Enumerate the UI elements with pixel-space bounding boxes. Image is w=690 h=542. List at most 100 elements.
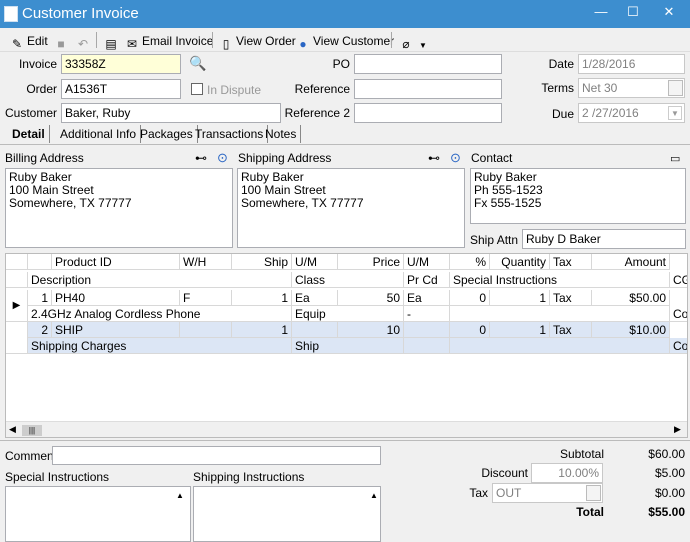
cg-cell[interactable]: Co xyxy=(670,306,687,322)
ship-attn-field[interactable]: Ruby D Baker xyxy=(522,229,686,249)
search-icon[interactable]: 🔍 xyxy=(189,55,206,71)
class-cell[interactable]: Ship xyxy=(292,338,404,354)
col-class[interactable]: Class xyxy=(292,272,404,288)
pr-cd-cell[interactable] xyxy=(404,338,450,354)
scroll-up-icon[interactable]: ▲ xyxy=(370,491,378,500)
contact-box[interactable]: Ruby Baker Ph 555-1523 Fx 555-1525 xyxy=(470,168,686,224)
special-instructions-cell[interactable] xyxy=(450,338,670,354)
shipping-address-box[interactable]: Ruby Baker 100 Main Street Somewhere, TX… xyxy=(237,168,465,248)
tax-cell[interactable]: Tax xyxy=(550,290,592,306)
product-id-cell[interactable]: PH40 xyxy=(52,290,180,306)
col-um2[interactable]: U/M xyxy=(404,254,450,270)
customer-field[interactable]: Baker, Ruby xyxy=(61,103,281,123)
col-um[interactable]: U/M xyxy=(292,254,338,270)
col-cg[interactable]: CG xyxy=(670,272,687,288)
tax-cell[interactable]: Tax xyxy=(550,322,592,338)
wh-cell[interactable]: F xyxy=(180,290,232,306)
in-dispute-checkbox[interactable] xyxy=(191,83,203,95)
edit-button[interactable]: ✎ Edit xyxy=(10,32,48,51)
col-special-instructions[interactable]: Special Instructions xyxy=(450,272,670,288)
discount-label: Discount xyxy=(481,466,528,480)
discount-percent-field[interactable]: 10.00% xyxy=(531,463,603,483)
ship-cell[interactable]: 1 xyxy=(232,290,292,306)
card-icon[interactable]: ▭ xyxy=(670,152,680,165)
col-description[interactable]: Description xyxy=(28,272,292,288)
description-cell[interactable]: Shipping Charges xyxy=(28,338,292,354)
um2-cell[interactable]: Ea xyxy=(404,290,450,306)
price-cell[interactable]: 50 xyxy=(338,290,404,306)
scroll-right-icon[interactable]: ▶ xyxy=(674,424,681,435)
col-wh[interactable]: W/H xyxy=(180,254,232,270)
col-price[interactable]: Price xyxy=(338,254,404,270)
cg-cell[interactable]: Co xyxy=(670,338,687,354)
description-cell[interactable]: 2.4GHz Analog Cordless Phone xyxy=(28,306,292,322)
quantity-cell[interactable]: 1 xyxy=(490,290,550,306)
um-cell[interactable]: Ea xyxy=(292,290,338,306)
save-button[interactable]: ■ xyxy=(54,32,71,51)
comment-field[interactable] xyxy=(52,446,381,465)
col-amount[interactable]: Amount xyxy=(592,254,670,270)
billing-address-label: Billing Address xyxy=(5,151,84,165)
horizontal-scrollbar[interactable]: ◀ ||| ▶ xyxy=(6,421,687,437)
billing-address-box[interactable]: Ruby Baker 100 Main Street Somewhere, TX… xyxy=(5,168,233,248)
quantity-cell[interactable]: 1 xyxy=(490,322,550,338)
wh-cell[interactable] xyxy=(180,322,232,338)
current-row-indicator-icon[interactable]: ▶ xyxy=(6,290,28,322)
view-customer-button[interactable]: ● View Customer xyxy=(296,32,394,51)
amount-cell[interactable]: $10.00 xyxy=(592,322,670,338)
col-percent[interactable]: % xyxy=(450,254,490,270)
class-cell[interactable]: Equip xyxy=(292,306,404,322)
percent-cell[interactable]: 0 xyxy=(450,290,490,306)
col-quantity[interactable]: Quantity xyxy=(490,254,550,270)
order-field[interactable]: A1536T xyxy=(61,79,181,99)
product-id-cell[interactable]: SHIP xyxy=(52,322,180,338)
reference-field[interactable] xyxy=(354,79,502,99)
map-pin-icon[interactable]: ⊙ xyxy=(450,150,461,166)
special-instructions-textarea[interactable] xyxy=(5,486,191,542)
row-header[interactable] xyxy=(6,322,28,354)
scroll-thumb[interactable]: ||| xyxy=(22,425,42,436)
um-cell[interactable] xyxy=(292,322,338,338)
binoculars-icon[interactable]: ⊷ xyxy=(428,151,440,165)
undo-button[interactable]: ↶ xyxy=(76,32,93,51)
scroll-up-icon[interactable]: ▲ xyxy=(176,491,184,500)
tab-notes[interactable]: Notes xyxy=(261,125,302,143)
map-pin-icon[interactable]: ⊙ xyxy=(217,150,228,166)
pr-cd-cell[interactable]: - xyxy=(404,306,450,322)
invoice-field[interactable]: 33358Z xyxy=(61,54,181,74)
contact-label: Contact xyxy=(471,151,513,165)
tab-detail[interactable]: Detail xyxy=(8,125,50,143)
reference2-field[interactable] xyxy=(354,103,502,123)
tax-label: Tax xyxy=(469,486,488,500)
chevron-down-icon[interactable]: ▼ xyxy=(668,106,682,120)
view-order-button[interactable]: ▯ View Order xyxy=(219,32,296,51)
maximize-icon[interactable]: ☐ xyxy=(622,3,644,21)
tab-additional-info[interactable]: Additional Info xyxy=(56,125,142,143)
close-icon[interactable]: ✕ xyxy=(658,3,680,21)
tab-packages[interactable]: Packages xyxy=(136,125,198,143)
reference-label: Reference xyxy=(294,82,350,96)
tab-transactions[interactable]: Transactions xyxy=(191,125,269,143)
percent-cell[interactable]: 0 xyxy=(450,322,490,338)
terms-dropdown-button[interactable] xyxy=(668,80,683,96)
um2-cell[interactable] xyxy=(404,322,450,338)
binoculars-icon[interactable]: ⊷ xyxy=(195,151,207,165)
col-tax[interactable]: Tax xyxy=(550,254,592,270)
attachment-button[interactable]: ⌀ ▼ xyxy=(399,32,433,51)
email-invoice-button[interactable]: ✉ Email Invoice xyxy=(125,32,213,51)
amount-cell[interactable]: $50.00 xyxy=(592,290,670,306)
ship-cell[interactable]: 1 xyxy=(232,322,292,338)
col-pr-cd[interactable]: Pr Cd xyxy=(404,272,450,288)
price-cell[interactable]: 10 xyxy=(338,322,404,338)
col-ship[interactable]: Ship xyxy=(232,254,292,270)
po-field[interactable] xyxy=(354,54,502,74)
tax-dropdown-button[interactable] xyxy=(586,485,601,501)
col-product-id[interactable]: Product ID xyxy=(52,254,180,270)
minimize-icon[interactable]: — xyxy=(590,3,612,21)
scroll-left-icon[interactable]: ◀ xyxy=(9,424,16,435)
total-value: $55.00 xyxy=(648,505,685,519)
print-button[interactable]: ▤ xyxy=(104,32,121,51)
shipping-instructions-textarea[interactable] xyxy=(193,486,381,542)
date-field[interactable]: 1/28/2016 xyxy=(578,54,685,74)
special-instructions-cell[interactable] xyxy=(450,306,670,322)
